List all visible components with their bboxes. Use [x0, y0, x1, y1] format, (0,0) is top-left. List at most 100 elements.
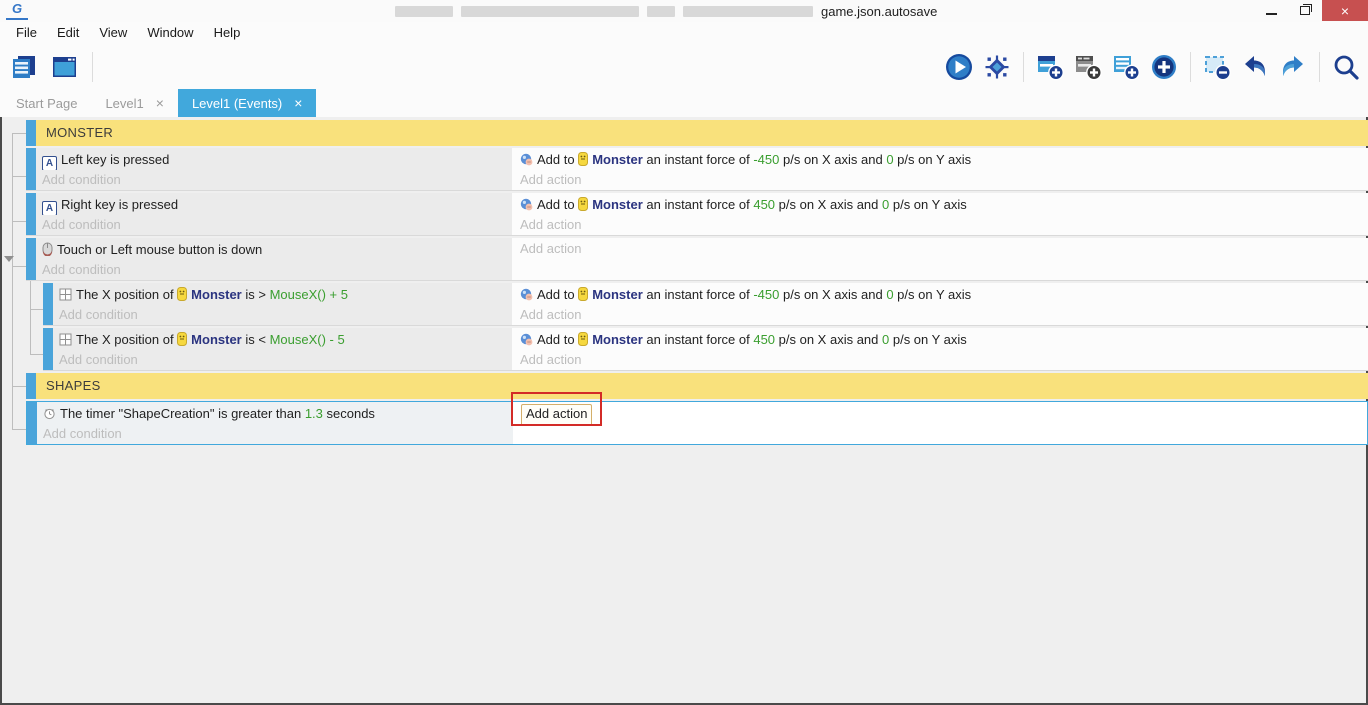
preview-button[interactable] [943, 51, 975, 83]
menu-edit[interactable]: Edit [47, 22, 89, 44]
event-row[interactable]: A Right key is pressed Add condition Add to… [26, 193, 1368, 236]
event-text-segment: is [241, 287, 259, 302]
window-controls: × [1254, 0, 1368, 22]
event-text-segment: Left key is pressed [61, 152, 170, 167]
close-icon[interactable]: × [156, 95, 164, 111]
tab-label: Level1 (Events) [191, 95, 283, 111]
action-line[interactable]: Add to Monster an instant force of -450 … [514, 149, 1368, 170]
add-other-event-button[interactable] [1148, 51, 1180, 83]
action-line[interactable]: Add to Monster an instant force of 450 p… [514, 329, 1368, 350]
event-text-segment: p/s on Y axis [889, 197, 967, 212]
event-group-row[interactable]: MONSTER [26, 120, 1368, 146]
add-condition-placeholder[interactable]: Add condition [37, 424, 513, 443]
event-row[interactable]: The timer "ShapeCreation" is greater tha… [26, 401, 1368, 445]
event-row[interactable]: A Left key is pressed Add condition Add to … [26, 148, 1368, 191]
menu-view[interactable]: View [89, 22, 137, 44]
gdevelop-logo-icon: G [6, 2, 28, 20]
add-event-icon [1038, 55, 1064, 80]
actions-cell[interactable]: Add to Monster an instant force of -450 … [514, 148, 1368, 190]
conditions-cell[interactable]: The timer "ShapeCreation" is greater tha… [37, 402, 513, 444]
debug-icon [985, 55, 1009, 78]
menu-window[interactable]: Window [137, 22, 203, 44]
scene-editor-button[interactable] [48, 51, 80, 83]
event-color-bar [26, 193, 36, 235]
add-event-button[interactable] [1034, 51, 1066, 83]
tab-level1[interactable]: Level1 × [91, 89, 178, 117]
close-button[interactable]: × [1322, 0, 1368, 21]
conditions-cell[interactable]: A Right key is pressed Add condition [36, 193, 512, 235]
add-condition-placeholder[interactable]: Add condition [53, 350, 512, 369]
actions-cell[interactable]: Add to Monster an instant force of -450 … [514, 283, 1368, 325]
close-icon[interactable]: × [294, 95, 302, 111]
event-text-segment: p/s on X axis and [779, 152, 887, 167]
minimize-icon [1265, 12, 1277, 15]
event-text-segment: Monster [592, 287, 643, 302]
add-other-event-icon [1152, 54, 1176, 79]
conditions-cell[interactable]: A Left key is pressed Add condition [36, 148, 512, 190]
condition-line[interactable]: A Right key is pressed [36, 194, 512, 215]
debug-button[interactable] [981, 51, 1013, 83]
event-row[interactable]: The X position of Monster is < MouseX() … [43, 328, 1368, 371]
delete-event-button[interactable] [1201, 51, 1233, 83]
event-color-bar [26, 120, 36, 146]
condition-line[interactable]: Touch or Left mouse button is down [36, 239, 512, 260]
menu-help[interactable]: Help [204, 22, 251, 44]
actions-cell[interactable]: Add action [515, 402, 1367, 444]
conditions-cell[interactable]: The X position of Monster is < MouseX() … [53, 328, 512, 370]
tab-level1-events[interactable]: Level1 (Events) × [177, 89, 317, 117]
event-row[interactable]: Touch or Left mouse button is down Add co… [26, 238, 1368, 281]
redo-button[interactable] [1277, 51, 1309, 83]
events-rows: MONSTER A Left key is pressed Add condition… [0, 120, 1368, 445]
delete-event-icon [1205, 55, 1231, 80]
event-text-segment: 450 [753, 332, 776, 347]
condition-line[interactable]: A Left key is pressed [36, 149, 512, 170]
event-text-segment: Add to [537, 332, 579, 347]
minimize-button[interactable] [1254, 0, 1288, 21]
tab-label: Start Page [16, 95, 78, 111]
add-subevent-button[interactable] [1110, 51, 1142, 83]
event-color-bar [26, 373, 36, 399]
add-action-placeholder[interactable]: Add action [514, 239, 1368, 258]
condition-line[interactable]: The timer "ShapeCreation" is greater tha… [37, 403, 513, 424]
add-condition-placeholder[interactable]: Add condition [53, 305, 512, 324]
event-group-row[interactable]: SHAPES [26, 373, 1368, 399]
actions-cell[interactable]: Add to Monster an instant force of 450 p… [514, 193, 1368, 235]
events-editor-button[interactable] [8, 51, 40, 83]
action-line[interactable]: Add to Monster an instant force of -450 … [514, 284, 1368, 305]
add-action-placeholder[interactable]: Add action [514, 170, 1368, 189]
actions-cell[interactable]: Add action [514, 238, 1368, 280]
add-condition-placeholder[interactable]: Add condition [36, 170, 512, 189]
actions-cell[interactable]: Add to Monster an instant force of 450 p… [514, 328, 1368, 370]
mouse-icon [42, 242, 53, 256]
event-text-segment: seconds [322, 406, 375, 421]
add-action-placeholder[interactable]: Add action [514, 215, 1368, 234]
menu-file[interactable]: File [6, 22, 47, 44]
event-text-segment: is [241, 332, 259, 347]
condition-line[interactable]: The X position of Monster is < MouseX() … [53, 329, 512, 350]
add-action-placeholder[interactable]: Add action [514, 305, 1368, 324]
conditions-cell[interactable]: Touch or Left mouse button is down Add co… [36, 238, 512, 280]
restore-button[interactable] [1288, 0, 1322, 21]
action-line[interactable]: Add to Monster an instant force of 450 p… [514, 194, 1368, 215]
condition-line[interactable]: The X position of Monster is > MouseX() … [53, 284, 512, 305]
event-text-segment: Monster [592, 152, 643, 167]
undo-button[interactable] [1239, 51, 1271, 83]
search-button[interactable] [1330, 51, 1362, 83]
tab-start-page[interactable]: Start Page [2, 89, 91, 117]
add-action-focused[interactable]: Add action [515, 403, 1367, 424]
add-condition-placeholder[interactable]: Add condition [36, 215, 512, 234]
event-text-segment: > [258, 287, 270, 302]
add-action-placeholder[interactable]: Add action [514, 350, 1368, 369]
event-color-bar [27, 402, 37, 444]
undo-icon [1245, 55, 1265, 76]
conditions-cell[interactable]: The X position of Monster is > MouseX() … [53, 283, 512, 325]
event-row[interactable]: The X position of Monster is > MouseX() … [43, 283, 1368, 326]
window-title-text: game.json.autosave [821, 3, 938, 19]
event-color-bar [26, 148, 36, 190]
keyboard-icon: A [42, 156, 57, 170]
force-icon [520, 198, 533, 211]
event-text-segment: Monster [592, 197, 643, 212]
add-condition-placeholder[interactable]: Add condition [36, 260, 512, 279]
group-title: MONSTER [36, 120, 1368, 146]
add-comment-button[interactable] [1072, 51, 1104, 83]
